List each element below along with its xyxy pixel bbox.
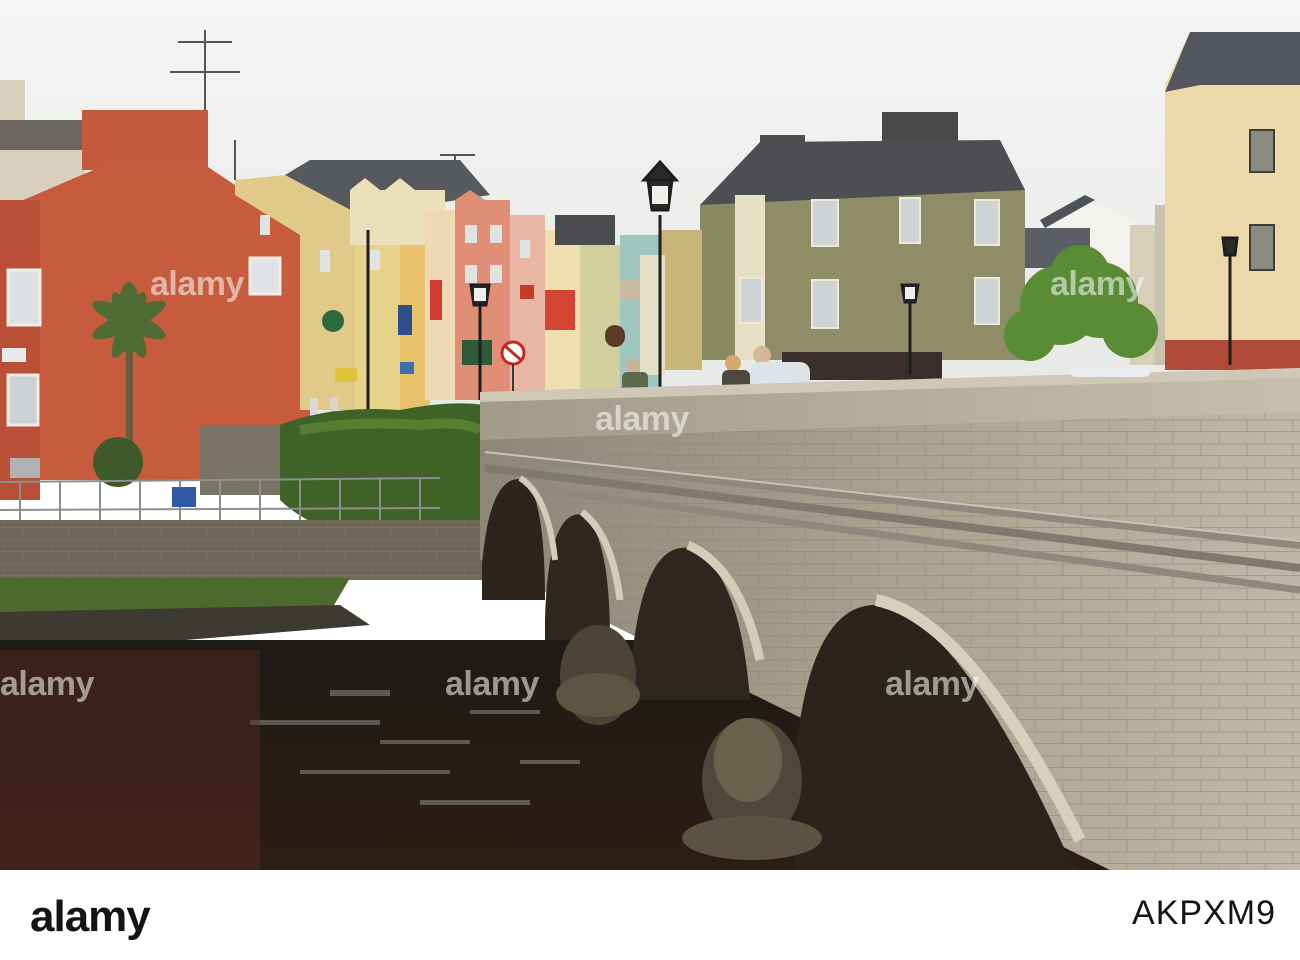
watermark: alamy [1050, 265, 1144, 303]
watermark: alamy [885, 665, 979, 703]
alamy-logo[interactable]: alamy [30, 892, 151, 942]
watermark: alamy [150, 265, 244, 303]
watermark: alamy [595, 400, 689, 438]
footer-bar: alamy AKPXM9 [0, 870, 1300, 960]
watermark: alamy [0, 665, 94, 703]
watermark: alamy [445, 665, 539, 703]
car [1070, 365, 1150, 377]
photo: alamy alamy alamy alamy alamy alamy [0, 0, 1300, 870]
image-id: AKPXM9 [1132, 894, 1276, 932]
